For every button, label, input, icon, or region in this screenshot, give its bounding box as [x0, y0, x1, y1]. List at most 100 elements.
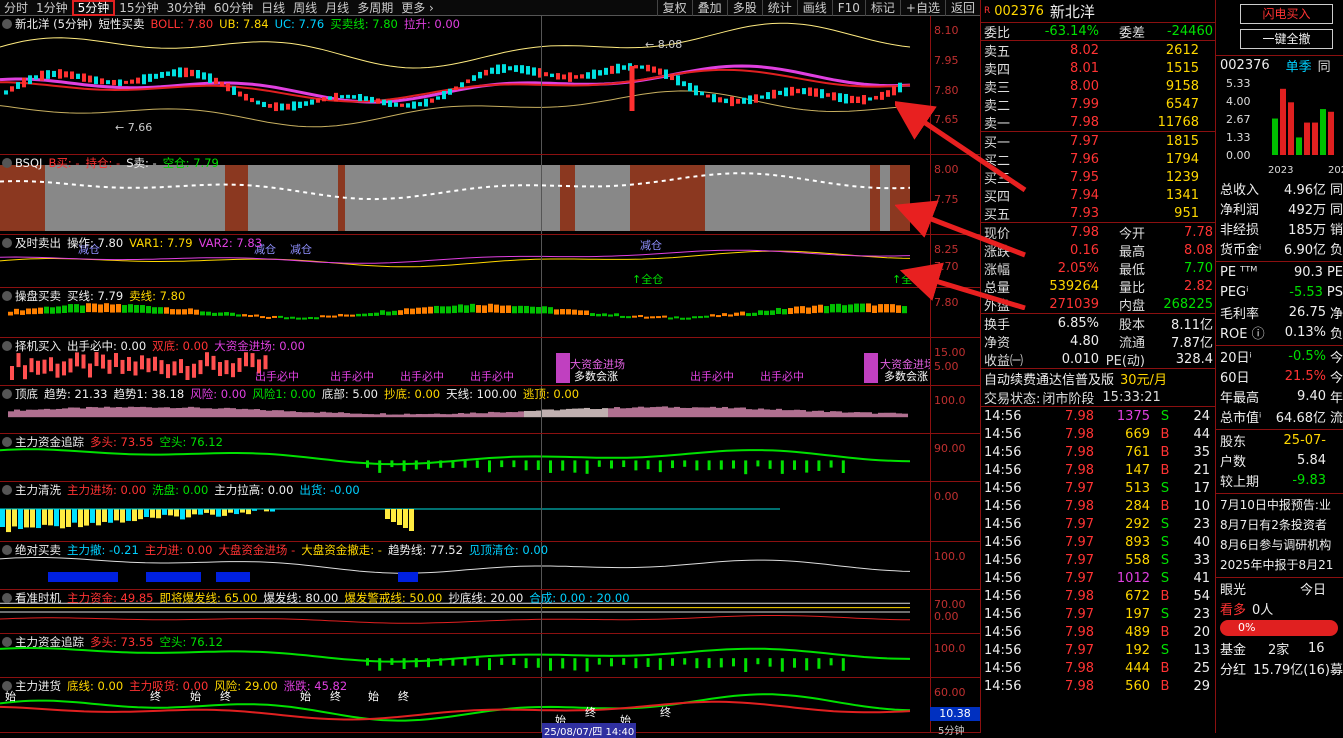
info-row[interactable]: PE ᵀᵀᴹ 90.3 PE	[1216, 262, 1343, 282]
news-item[interactable]: 7月10日中报预告:业	[1216, 494, 1343, 514]
period-tab[interactable]: 分时	[0, 0, 32, 16]
info-label: PE ᵀᵀᴹ	[1220, 264, 1258, 280]
tool-button[interactable]: 返回	[944, 0, 980, 16]
period-tab[interactable]: 15分钟	[115, 0, 162, 16]
chart-area[interactable]: ← 8.08 ← 7.66 新北洋 (5分钟) 短性买卖 BOLL: 7.80 UB: 7…	[0, 16, 980, 738]
panel-toggle-icon[interactable]	[2, 593, 12, 603]
info-row[interactable]: ROE ⓘ 0.13% 负	[1216, 322, 1343, 342]
dingdi-bar	[308, 412, 314, 418]
short-bar	[475, 658, 479, 666]
cancel-all-button[interactable]: 一键全撤	[1240, 29, 1333, 49]
candle	[580, 74, 584, 79]
period-tab-label: 分时	[4, 0, 29, 15]
info-row[interactable]: 60日 21.5% 今	[1216, 366, 1343, 386]
panel-toggle-icon[interactable]	[2, 341, 12, 351]
wash-bar	[198, 509, 203, 515]
info-row[interactable]: 20日ⁱ -0.5% 今	[1216, 346, 1343, 366]
period-tab[interactable]: 周线	[289, 0, 321, 16]
period-tab[interactable]: 月线	[321, 0, 353, 16]
panel-toggle-icon[interactable]	[2, 485, 12, 495]
info-row[interactable]: 总市值ⁱ 64.68亿流	[1216, 406, 1343, 426]
info-row[interactable]: 毛利率 26.75 净	[1216, 302, 1343, 322]
panel-toggle-icon[interactable]	[2, 19, 12, 29]
info-tail: 销	[1330, 222, 1343, 238]
dingdi-bar	[368, 414, 374, 418]
sell-row[interactable]: 卖五 8.02 2612	[981, 41, 1215, 60]
indicator-panel-caopan[interactable]: 操盘买卖 买线: 7.79 卖线: 7.80 7.80	[0, 288, 980, 338]
indicator-panel-zeji[interactable]: 出手必中 出手必中 出手必中 出手必中 出手必中 大资金进场 大资金进场 多数会涨 多数会涨 出手…	[0, 338, 980, 386]
flash-buy-button[interactable]: 闪电买入	[1240, 4, 1333, 24]
revenue-bar	[1312, 122, 1318, 155]
period-tab[interactable]: 30分钟	[163, 0, 210, 16]
period-tab-label: 多周期	[357, 0, 394, 15]
news-item[interactable]: 8月6日参与调研机构	[1216, 534, 1343, 554]
y-tick-label: 100.0	[934, 642, 966, 655]
panel-toggle-icon[interactable]	[2, 545, 12, 555]
info-tail: 年	[1330, 390, 1343, 406]
info-row[interactable]: 净利润 492万同	[1216, 198, 1343, 218]
zeji-mark	[166, 364, 170, 379]
caopan-bar	[74, 304, 79, 313]
tool-button[interactable]: 叠加	[691, 0, 727, 16]
stat-row: 收益㈠ 0.010 PE(动) 328.4	[981, 350, 1215, 369]
indicator-panel-main[interactable]: ← 8.08 ← 7.66 新北洋 (5分钟) 短性买卖 BOLL: 7.80 UB: 7…	[0, 16, 980, 155]
news-item[interactable]: 2025年中报于8月21	[1216, 554, 1343, 574]
tool-button[interactable]: 画线	[796, 0, 832, 16]
panel-toggle-icon[interactable]	[2, 681, 12, 691]
period-tab[interactable]: 多周期	[353, 0, 397, 16]
panel-toggle-icon[interactable]	[2, 238, 12, 248]
indicator-panel-jishi[interactable]: 减仓 减仓 减仓 减仓 ↑全仓 ↑全仓 及时卖出 操作: 7.80 VAR1: 7.79 VAR2…	[0, 235, 980, 288]
info-row[interactable]: 户数 5.84	[1216, 450, 1343, 470]
tool-button[interactable]: +自选	[899, 0, 945, 16]
panel-toggle-icon[interactable]	[2, 291, 12, 301]
panel-plot-area[interactable]: ← 8.08 ← 7.66	[0, 16, 930, 154]
period-tab[interactable]: 60分钟	[210, 0, 257, 16]
panel-toggle-icon[interactable]	[2, 437, 12, 447]
panel-toggle-icon[interactable]	[2, 158, 12, 168]
info-row[interactable]: 股东 25-07-	[1216, 430, 1343, 450]
indicator-panel-zhuli1[interactable]: 主力资金追踪 多头: 73.55 空头: 76.12 90.00	[0, 434, 980, 482]
candle	[250, 98, 254, 103]
indicator-panel-qingxi[interactable]: 主力清洗 主力进场: 0.00 洗盘: 0.00 主力拉高: 0.00 出货: -0.0…	[0, 482, 980, 542]
news-item[interactable]: 8月7日有2条投资者	[1216, 514, 1343, 534]
wash-bar	[78, 509, 83, 528]
tool-button[interactable]: 标记	[864, 0, 900, 16]
panel-toggle-icon[interactable]	[2, 389, 12, 399]
panel-header: 主力进货 底线: 0.00 主力吸货: 0.00 风险: 29.00 涨跌: 45.82	[2, 679, 353, 693]
info-row[interactable]: 总收入 4.96亿同	[1216, 178, 1343, 198]
indicator-panel-jinhuo[interactable]: 始终始终始终始终始终始终主力进货 底线: 0.00 主力吸货: 0.00 风险: 29…	[0, 678, 980, 733]
panel-toggle-icon[interactable]	[2, 637, 12, 647]
dividend-row[interactable]: 分红 15.79亿(16) 募	[1216, 658, 1343, 678]
candle	[382, 99, 386, 106]
indicator-panel-juedui[interactable]: 绝对买卖 主力撤: -0.21 主力进: 0.00 大盘资金进场 - 大盘资金撤走: -…	[0, 542, 980, 590]
caopan-bar	[650, 316, 655, 319]
indicator-panel-zhuli2[interactable]: 主力资金追踪 多头: 73.55 空头: 76.12 100.0	[0, 634, 980, 678]
tick-time: 14:56	[984, 570, 1022, 586]
indicator-panel-kanzhun[interactable]: 看准时机 主力资金: 49.85 即将爆发线: 65.00 爆发线: 80.00 爆发警…	[0, 590, 980, 634]
short-bar	[475, 460, 479, 468]
info-row[interactable]: 年最高 9.40 年	[1216, 386, 1343, 406]
sell-row[interactable]: 卖四 8.01 1515	[981, 59, 1215, 78]
period-tab[interactable]: 1分钟	[32, 0, 72, 16]
period-tab[interactable]: 更多 ›	[397, 0, 438, 16]
info-row[interactable]: 货币金ⁱ 6.90亿负	[1216, 238, 1343, 258]
tool-button[interactable]: 多股	[726, 0, 762, 16]
tab-quarter[interactable]: 单季	[1286, 56, 1312, 75]
tool-button[interactable]: 统计	[761, 0, 797, 16]
zeji-mark	[237, 357, 242, 372]
info-row[interactable]: 较上期 -9.83	[1216, 470, 1343, 490]
indicator-panel-dingdi[interactable]: 顶底 趋势: 21.33 趋势1: 38.18 风险: 0.00 风险1: 0.00 底部…	[0, 386, 980, 434]
tick-list[interactable]: 14:56 7.98 1375 S 24 14:56 7.98 669 B 44 14:56 7.98…	[981, 406, 1215, 695]
info-row[interactable]: 非经损 185万销	[1216, 218, 1343, 238]
dingdi-bar	[86, 406, 92, 418]
tool-button[interactable]: 复权	[656, 0, 692, 16]
tab-yoy[interactable]: 同	[1318, 56, 1331, 75]
info-row[interactable]: PEGⁱ -5.53 PS	[1216, 282, 1343, 302]
period-tab-selected[interactable]: 5分钟	[71, 0, 116, 16]
fee-banner[interactable]: 自动续费通达信普及版 30元/月	[981, 368, 1215, 388]
tool-button[interactable]: F10	[831, 0, 865, 16]
indicator-panel-bsqj[interactable]: BSQJ B买: - 持仓: - S卖: - 空仓: 7.79 8.00 7.75	[0, 155, 980, 235]
dingdi-bar	[878, 412, 884, 418]
period-tab[interactable]: 日线	[257, 0, 289, 16]
fund-row[interactable]: 基金 2家 16	[1216, 638, 1343, 658]
